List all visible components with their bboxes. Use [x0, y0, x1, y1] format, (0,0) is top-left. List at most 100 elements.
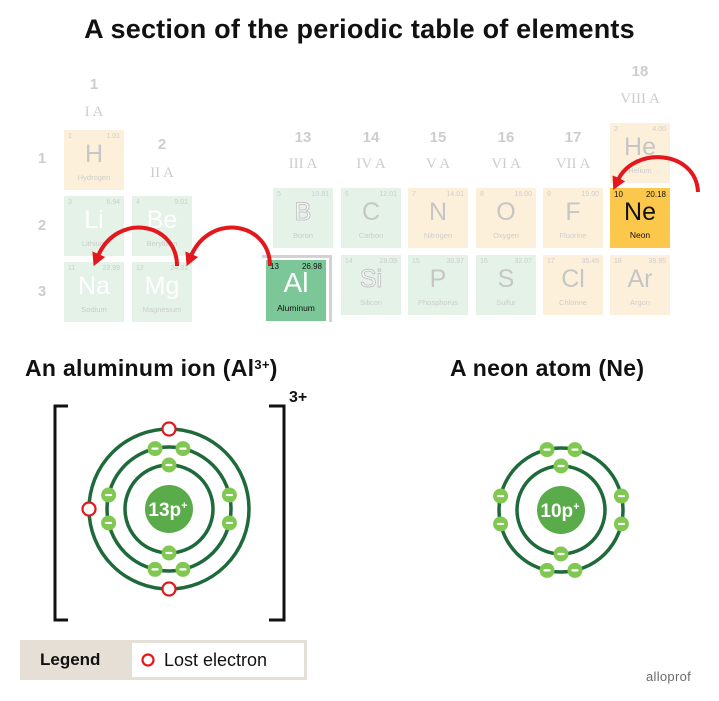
group-roman-2: II A — [150, 165, 174, 181]
aluminum-ion-shell-2-orbit — [105, 445, 233, 573]
electron-icon — [613, 488, 629, 504]
element-tile-f: 9 19.00 F Fluorine — [543, 188, 603, 248]
neon-atom-shell-2-orbit — [497, 446, 625, 574]
element-tile-b: 5 10.81 B Boron — [273, 188, 333, 248]
aluminum-ion-nucleus — [145, 485, 193, 533]
proton-symbol: p — [170, 500, 182, 521]
legend-item-lost-electron: Lost electron — [132, 643, 304, 677]
element-name: Sulfur — [496, 298, 516, 307]
element-symbol: C — [361, 198, 381, 226]
group-number-15: 15 — [429, 129, 447, 146]
element-symbol: Cl — [561, 265, 585, 293]
electron-icon — [147, 441, 163, 457]
element-symbol: Be — [146, 206, 178, 234]
group-number-18: 18 — [631, 63, 649, 80]
element-name: Fluorine — [559, 231, 587, 240]
proton-charge-sign: + — [573, 501, 579, 513]
element-symbol: Na — [78, 272, 110, 300]
period-label-2: 2 — [37, 217, 47, 234]
element-name: Lithium — [81, 239, 107, 248]
element-name: Neon — [629, 230, 651, 240]
legend: Legend Lost electron — [20, 640, 307, 680]
electron-icon — [101, 487, 117, 503]
element-name: Phosphorus — [417, 298, 459, 307]
aluminum-ion-heading-charge: 3+ — [254, 357, 270, 372]
neon-atom-diagram: 10p+ — [493, 442, 629, 578]
period-label-3: 3 — [37, 283, 47, 300]
period-label-1: 1 — [37, 150, 47, 167]
element-tile-si: 14 28.09 Si Silicon — [341, 255, 401, 315]
group-roman-18: VIII A — [620, 91, 660, 107]
element-name: Carbon — [358, 231, 384, 240]
element-tile-ar: 18 39.95 Ar Argon — [610, 255, 670, 315]
electron-icon — [539, 442, 555, 458]
element-tile-li: 3 6.94 Li Lithium — [64, 196, 124, 256]
element-tile-be: 4 9.01 Be Beryllium — [132, 196, 192, 256]
neon-atom-shell-1-orbit — [515, 464, 607, 556]
electron-icon — [221, 487, 237, 503]
legend-title: Legend — [40, 650, 101, 669]
aluminum-ion-nucleus-label: 13p+ — [148, 500, 187, 521]
minus-sign-icon — [225, 521, 234, 525]
group-number-14: 14 — [362, 129, 380, 146]
proton-charge-sign: + — [181, 500, 187, 512]
element-tile-n: 7 14.01 N Nitrogen — [408, 188, 468, 248]
electron-icon — [553, 458, 569, 474]
element-name: Helium — [628, 166, 652, 175]
electron-icon — [493, 488, 509, 504]
proton-symbol: p — [562, 501, 574, 522]
electron-icon — [539, 562, 555, 578]
aluminum-ion-heading-close: ) — [269, 355, 278, 381]
element-symbol: Mg — [144, 272, 180, 300]
minus-sign-icon — [496, 522, 505, 526]
element-symbol: Ar — [627, 265, 653, 293]
electron-icon — [101, 515, 117, 531]
proton-count: 13 — [148, 500, 169, 521]
lost-electron-icon — [141, 653, 155, 667]
lost-electron-icon — [161, 581, 177, 597]
electron-icon — [147, 561, 163, 577]
element-name: Chlorine — [559, 298, 587, 307]
element-tile-ne: 10 20.18 Ne Neon — [610, 188, 670, 248]
element-tile-al: 13 26.98 Al Aluminum — [266, 260, 326, 321]
minus-sign-icon — [543, 448, 551, 451]
element-symbol: Al — [283, 267, 309, 298]
minus-sign-icon — [151, 568, 159, 571]
electron-icon — [175, 441, 191, 457]
element-tile-c: 6 12.01 C Carbon — [341, 188, 401, 248]
minus-sign-icon — [571, 569, 579, 572]
lost-electron-icon — [161, 421, 177, 437]
minus-sign-icon — [151, 447, 159, 450]
element-tile-na: 11 22.99 Na Sodium — [64, 262, 124, 322]
minus-sign-icon — [179, 568, 187, 571]
electron-icon — [175, 561, 191, 577]
right-bracket — [269, 404, 286, 622]
element-tile-he: 2 4.00 He Helium — [610, 123, 670, 183]
alloprof-logo: alloprof — [646, 669, 692, 684]
element-symbol: B — [294, 198, 312, 227]
element-name: Beryllium — [146, 239, 178, 248]
electron-icon — [567, 442, 583, 458]
minus-sign-icon — [496, 494, 505, 498]
element-tile-h: 1 1.01 H Hydrogen — [64, 130, 124, 190]
element-name: Silicon — [359, 298, 383, 307]
element-name: Boron — [292, 231, 313, 240]
group-number-13: 13 — [294, 129, 312, 146]
group-number-1: 1 — [89, 76, 99, 93]
electron-icon — [493, 516, 509, 532]
element-name: Magnesium — [142, 305, 182, 314]
ion-charge-label: 3+ — [289, 389, 307, 406]
element-symbol: Li — [84, 206, 104, 234]
element-tile-cl: 17 35.45 Cl Chlorine — [543, 255, 603, 315]
aluminum-ion-shell-1-orbit — [123, 463, 215, 555]
element-name: Sodium — [81, 305, 107, 314]
element-name: Hydrogen — [77, 173, 111, 182]
neon-atom-heading: A neon atom (Ne) — [450, 355, 645, 381]
group-roman-17: VII A — [555, 156, 591, 172]
element-symbol: He — [624, 133, 656, 161]
element-tile-mg: 12 24.31 Mg Magnesium — [132, 262, 192, 322]
neon-atom-nucleus-label: 10p+ — [540, 501, 579, 522]
element-symbol: P — [429, 265, 447, 293]
element-symbol: Si — [359, 265, 383, 294]
minus-sign-icon — [617, 494, 626, 498]
